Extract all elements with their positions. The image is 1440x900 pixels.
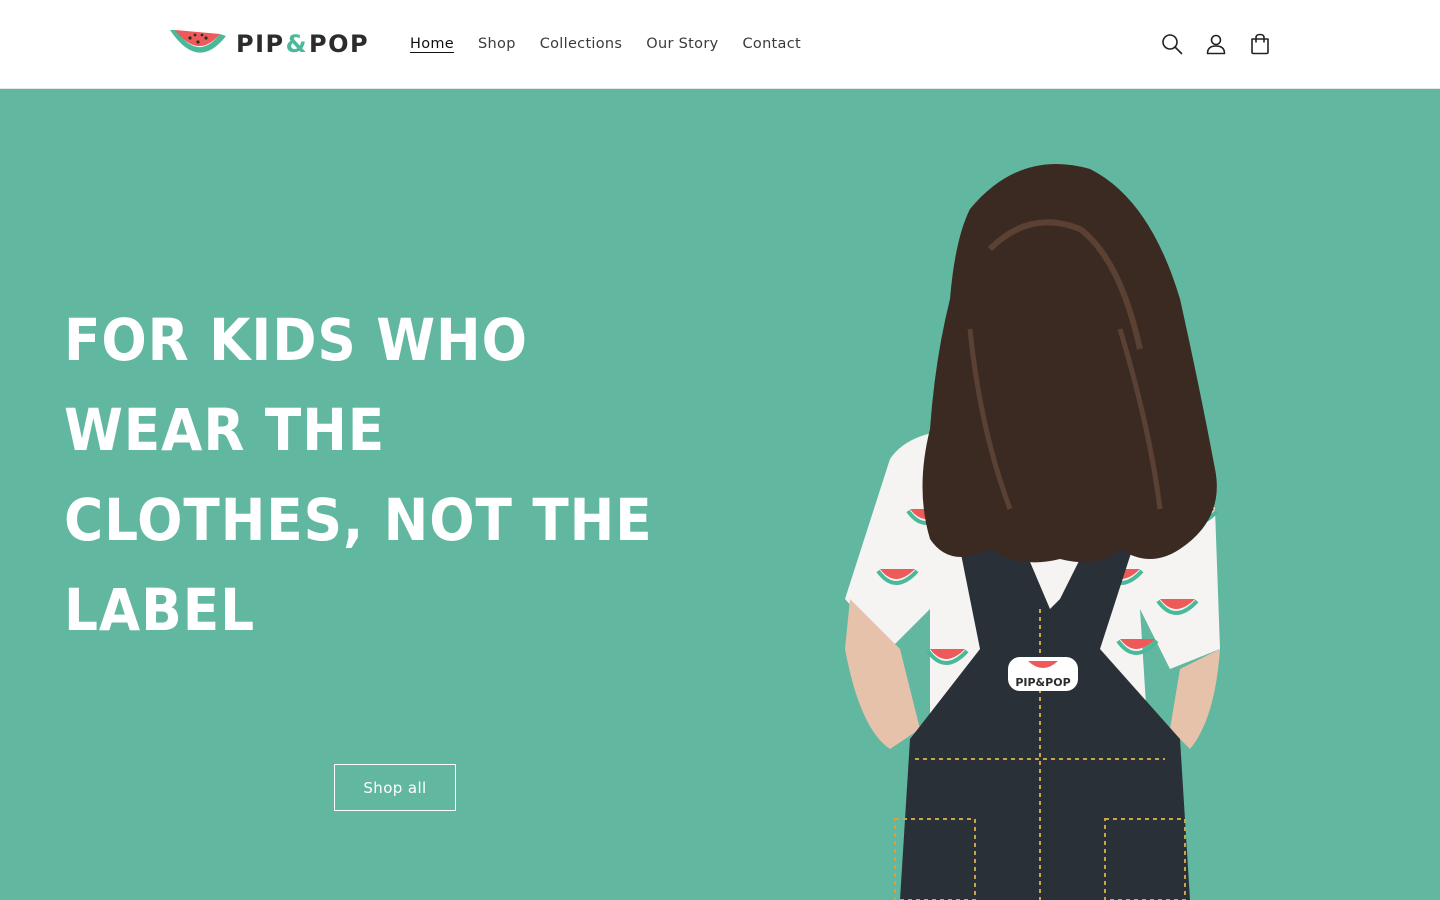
search-button[interactable]	[1150, 22, 1194, 66]
nav-item-our-story[interactable]: Our Story	[634, 32, 730, 56]
child-in-overalls-image: PIP&POP	[845, 164, 1220, 900]
cart-icon	[1251, 33, 1269, 55]
hero-heading: FOR KIDS WHO WEAR THE CLOTHES, NOT THE L…	[64, 295, 726, 655]
hero-heading-line-1: FOR KIDS WHO WEAR THE	[64, 306, 528, 464]
search-icon	[1162, 34, 1183, 55]
hero-banner: FOR KIDS WHO WEAR THE CLOTHES, NOT THE L…	[0, 89, 1440, 900]
shop-all-button[interactable]: Shop all	[334, 764, 456, 811]
site-header: PIP & POP Home Shop Collections Our Story …	[0, 0, 1440, 89]
main-nav: Home Shop Collections Our Story Contact	[398, 32, 813, 56]
brand-wordmark: PIP & POP	[236, 30, 369, 58]
hero-heading-line-2: CLOTHES, NOT THE LABEL	[64, 486, 653, 644]
account-icon	[1206, 34, 1226, 55]
brand-name-left: PIP	[236, 30, 285, 58]
nav-item-shop[interactable]: Shop	[466, 32, 528, 56]
header-actions	[1150, 22, 1282, 66]
nav-item-collections[interactable]: Collections	[528, 32, 635, 56]
nav-item-home[interactable]: Home	[398, 32, 466, 56]
brand-name-right: POP	[309, 30, 370, 58]
nav-item-contact[interactable]: Contact	[730, 32, 813, 56]
brand-name-amp: &	[285, 30, 309, 58]
cart-button[interactable]	[1238, 22, 1282, 66]
brand-logo[interactable]: PIP & POP	[168, 26, 369, 62]
watermelon-logo-icon	[170, 30, 226, 53]
account-button[interactable]	[1194, 22, 1238, 66]
overalls-patch-logo: PIP&POP	[1015, 676, 1070, 689]
hero-image-child: PIP&POP	[820, 129, 1260, 900]
